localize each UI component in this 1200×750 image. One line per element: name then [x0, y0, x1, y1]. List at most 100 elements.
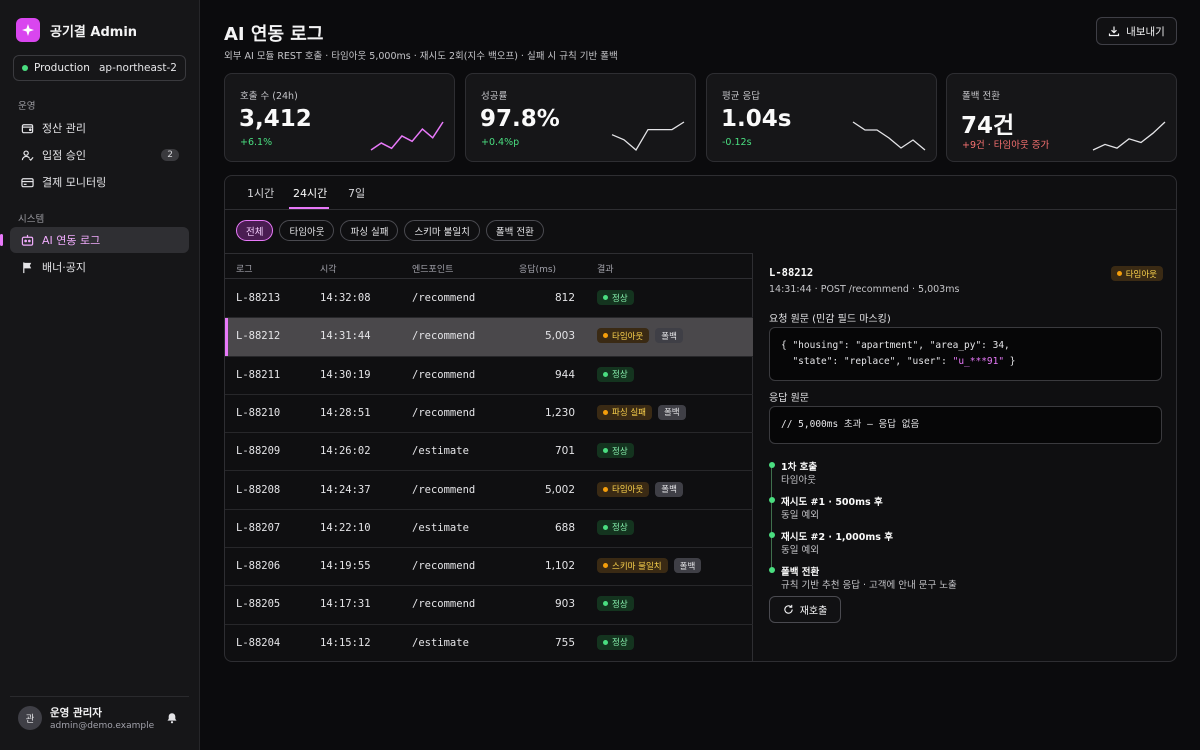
- table-row[interactable]: L-88210 14:28:51/recommend 1,230 파싱 실패 폴백: [225, 395, 753, 434]
- page-subtitle: 외부 AI 모듈 REST 호출 · 타임아웃 5,000ms · 재시도 2회…: [224, 51, 618, 62]
- status-dot: [603, 524, 608, 530]
- table-row[interactable]: L-88207 14:22:10/estimate 688 정상: [225, 510, 753, 549]
- cell-time: 14:26:02: [320, 445, 371, 458]
- kpi-card-success-rate: 성공률 97.8% +0.4%p: [465, 73, 696, 162]
- cell-endpoint: /recommend: [412, 483, 476, 496]
- result-badge: 스키마 불일치: [597, 558, 668, 574]
- result-label: 정상: [612, 638, 628, 649]
- table-row[interactable]: L-88205 14:17:31/recommend 903 정상: [225, 586, 753, 625]
- sidebar-item-label: AI 연동 로그: [42, 234, 101, 247]
- status-dot: [603, 448, 608, 454]
- result-label: 정상: [612, 523, 628, 534]
- cell-log-id: L-88208: [236, 483, 281, 496]
- cell-result: 타임아웃 폴백: [597, 328, 683, 344]
- cell-endpoint: /estimate: [412, 521, 469, 534]
- environment-selector[interactable]: Production ap-northeast-2: [13, 55, 186, 81]
- table-header: 로그 시각 엔드포인트 응답(ms) 결과: [225, 254, 753, 279]
- timeline-dot: [769, 497, 775, 503]
- approval-count-badge: 2: [161, 149, 179, 161]
- cell-result: 파싱 실패 폴백: [597, 404, 686, 420]
- bell-icon[interactable]: [166, 712, 178, 724]
- result-badge: 정상: [597, 290, 634, 305]
- kpi-card-fallback: 폴백 전환 74건 +9건 · 타임아웃 증가: [946, 73, 1177, 162]
- filter-fallback[interactable]: 폴백 전환: [485, 220, 544, 241]
- sidebar-item-label: 배너·공지: [42, 261, 86, 274]
- retry-call-button[interactable]: 재호출: [769, 596, 841, 623]
- user-name: 운영 관리자: [50, 707, 102, 719]
- kpi-label: 호출 수 (24h): [240, 91, 298, 102]
- request-label: 요청 원문 (민감 필드 마스킹): [769, 314, 891, 325]
- status-dot: [603, 639, 608, 645]
- request-body: { "housing": "apartment", "area_py": 34,…: [769, 327, 1162, 381]
- sidebar-item-label: 정산 관리: [42, 122, 86, 135]
- tab-1h[interactable]: 1시간: [247, 185, 274, 201]
- kpi-delta: -0.12s: [722, 137, 752, 148]
- cell-latency: 903: [554, 598, 575, 611]
- cell-time: 14:15:12: [320, 636, 371, 649]
- cell-time: 14:28:51: [320, 406, 371, 419]
- fallback-badge: 폴백: [673, 558, 702, 574]
- tab-24h[interactable]: 24시간: [293, 185, 327, 201]
- cell-result: 정상: [597, 519, 634, 535]
- cell-latency: 755: [554, 636, 575, 649]
- table-row[interactable]: L-88213 14:32:08/recommend 812 정상: [225, 280, 753, 319]
- cell-time: 14:32:08: [320, 292, 371, 304]
- cell-endpoint: /estimate: [412, 445, 469, 458]
- cell-endpoint: /recommend: [412, 368, 476, 381]
- col-header-result: 결과: [597, 265, 614, 275]
- tab-7d[interactable]: 7일: [348, 185, 365, 201]
- filter-chips: 전체 타임아웃 파싱 실패 스키마 불일치 폴백 전환: [236, 220, 544, 241]
- active-tab-indicator: [289, 207, 329, 209]
- cell-endpoint: /estimate: [412, 636, 469, 649]
- table-row[interactable]: L-88204 14:15:12/estimate 755 정상: [225, 625, 753, 661]
- user-profile[interactable]: 관 운영 관리자 admin@demo.example: [18, 705, 178, 731]
- log-table: 로그 시각 엔드포인트 응답(ms) 결과 L-88213 14:32:08/re…: [225, 253, 753, 661]
- table-row[interactable]: L-88206 14:19:55/recommend 1,102 스키마 불일치 폴백: [225, 548, 753, 587]
- sidebar-item-ai-logs[interactable]: AI 연동 로그: [0, 227, 189, 253]
- user-check-icon: [20, 148, 34, 162]
- cell-time: 14:22:10: [320, 521, 371, 534]
- table-row[interactable]: L-88212 14:31:44/recommend 5,003 타임아웃 폴백: [225, 318, 753, 357]
- table-row[interactable]: L-88208 14:24:37/recommend 5,002 타임아웃 폴백: [225, 472, 753, 510]
- sidebar: 공기결 Admin Production ap-northeast-2 운영 정…: [0, 0, 200, 750]
- timeline-dot: [769, 532, 775, 538]
- cell-endpoint: /recommend: [412, 292, 476, 304]
- cell-latency: 5,002: [544, 483, 575, 496]
- col-header-log: 로그: [236, 265, 253, 275]
- brand[interactable]: 공기결 Admin: [16, 18, 137, 42]
- timeline-title: 1차 호출: [781, 462, 818, 473]
- cell-result: 정상: [597, 596, 634, 612]
- filter-timeout[interactable]: 타임아웃: [279, 220, 335, 241]
- page-title: AI 연동 로그: [224, 24, 324, 45]
- cell-latency: 701: [554, 445, 575, 458]
- export-button-label: 내보내기: [1126, 25, 1165, 38]
- sidebar-item-approval[interactable]: 입점 승인 2: [10, 142, 189, 168]
- cell-log-id: L-88210: [236, 406, 281, 419]
- status-dot: [603, 601, 608, 607]
- section-label-ops: 운영: [18, 101, 36, 112]
- cell-endpoint: /recommend: [412, 598, 476, 611]
- sidebar-item-label: 입점 승인: [42, 149, 86, 162]
- cell-log-id: L-88212: [236, 330, 281, 343]
- download-icon: [1109, 26, 1120, 37]
- table-row[interactable]: L-88211 14:30:19/recommend 944 정상: [225, 357, 753, 395]
- cell-log-id: L-88209: [236, 445, 281, 458]
- filter-all[interactable]: 전체: [236, 220, 274, 241]
- result-label: 타임아웃: [612, 485, 644, 495]
- request-line-2b: }: [1004, 356, 1016, 367]
- wallet-icon: [20, 121, 34, 135]
- kpi-value: 97.8%: [480, 106, 560, 132]
- filter-schema-mismatch[interactable]: 스키마 불일치: [404, 220, 480, 241]
- response-body: // 5,000ms 초과 — 응답 없음: [769, 406, 1162, 444]
- user-email: admin@demo.example: [50, 721, 155, 731]
- env-status-dot: [22, 65, 28, 71]
- sidebar-item-banner-notice[interactable]: 배너·공지: [10, 254, 189, 280]
- sidebar-item-payment-monitoring[interactable]: 결제 모니터링: [10, 169, 189, 195]
- kpi-value: 74건: [961, 113, 1015, 139]
- export-button[interactable]: 내보내기: [1096, 17, 1177, 45]
- table-row[interactable]: L-88209 14:26:02/estimate 701 정상: [225, 433, 753, 472]
- cell-endpoint: /recommend: [412, 406, 476, 419]
- sidebar-item-settlement[interactable]: 정산 관리: [10, 115, 189, 141]
- cell-log-id: L-88205: [236, 598, 281, 611]
- filter-parse-failure[interactable]: 파싱 실패: [340, 220, 399, 241]
